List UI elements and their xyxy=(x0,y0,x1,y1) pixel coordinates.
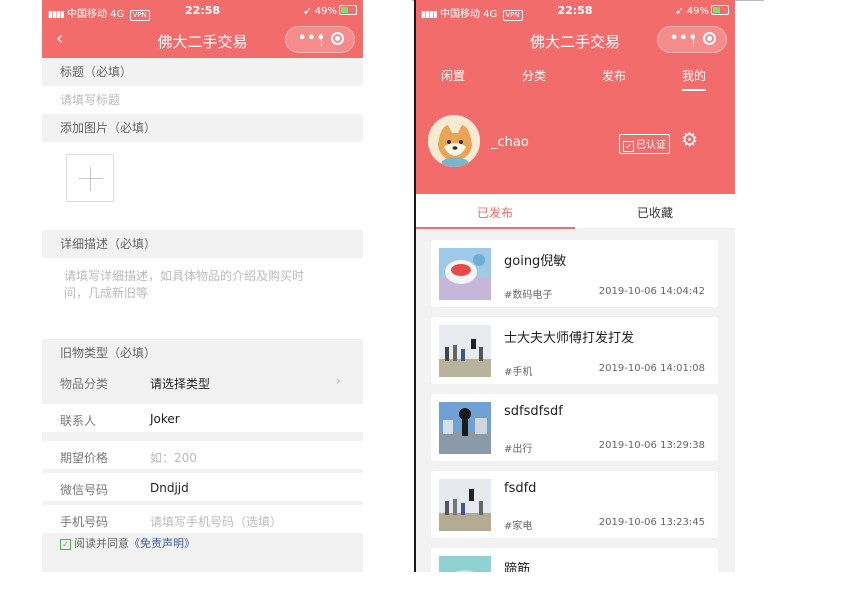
main-tabs: 闲置 分类 发布 我的 xyxy=(415,58,735,97)
item-tag: #数码电子 xyxy=(504,290,553,301)
item-title: fsdfd xyxy=(504,481,537,496)
publish-form-screen: ▮▮▮▮ 中国移动 4G VPN 22:58 ➹ 49% ‹ 佛大二手交易 ••… xyxy=(42,0,363,572)
avatar[interactable] xyxy=(428,115,480,167)
item-title: sdfsdfsdf xyxy=(504,404,563,419)
agreement-row: ✓ 阅读并同意《免责声明》 xyxy=(42,533,363,559)
item-title: 蹄筋 xyxy=(504,562,531,572)
chevron-right-icon: › xyxy=(335,374,341,389)
wechat-field[interactable]: 微信号码 Dndjjd xyxy=(42,473,363,501)
sub-tabs: 已发布 已收藏 xyxy=(415,194,735,229)
close-target-icon[interactable] xyxy=(331,32,344,45)
item-tag: #手机 xyxy=(504,367,533,378)
panel-divider xyxy=(414,0,416,572)
miniprogram-capsule: ••• xyxy=(285,26,355,53)
item-thumbnail xyxy=(439,556,491,572)
type-section-header: 旧物类型（必填） xyxy=(42,339,363,367)
tab-favorites[interactable]: 已收藏 xyxy=(575,204,735,221)
list-item[interactable]: 蹄筋 xyxy=(431,548,718,572)
verified-badge: ✓ 已认证 xyxy=(619,134,670,154)
disclaimer-link[interactable]: 《免责声明》 xyxy=(129,537,195,550)
item-list: going倪敏 #数码电子 2019-10-06 14:04:42 士大夫大师傅… xyxy=(415,229,735,572)
phone-field[interactable]: 手机号码 请填写手机号码（选填） xyxy=(42,505,363,533)
tab-idle[interactable]: 闲置 xyxy=(423,67,483,84)
tab-category[interactable]: 分类 xyxy=(504,67,564,84)
category-selector[interactable]: 物品分类 请选择类型 › xyxy=(42,367,363,395)
item-thumbnail xyxy=(439,402,491,454)
profile-screen: ▮▮▮▮ 中国移动 4G VPN 22:58 ➹ 49% 佛大二手交易 ••• … xyxy=(415,0,735,572)
status-bar: ▮▮▮▮ 中国移动 4G VPN 22:58 ➹ 49% xyxy=(42,0,363,22)
list-item[interactable]: going倪敏 #数码电子 2019-10-06 14:04:42 xyxy=(431,240,718,307)
battery-icon xyxy=(711,5,729,15)
close-target-icon[interactable] xyxy=(703,32,716,45)
battery-icon xyxy=(339,5,357,15)
add-image-button[interactable] xyxy=(66,154,114,202)
location-icon: ➹ xyxy=(303,6,312,17)
item-date: 2019-10-06 13:29:38 xyxy=(598,440,705,451)
item-date: 2019-10-06 14:04:42 xyxy=(598,286,705,297)
tab-publish[interactable]: 发布 xyxy=(584,67,644,84)
description-textarea[interactable]: 请填写详细描述，如具体物品的介绍及购买时间，几成新旧等 xyxy=(42,258,363,328)
item-tag: #出行 xyxy=(504,444,533,455)
title-section-header: 标题（必填） xyxy=(42,58,363,86)
tab-mine[interactable]: 我的 xyxy=(664,67,724,84)
item-date: 2019-10-06 14:01:08 xyxy=(598,363,705,374)
item-tag: #家电 xyxy=(504,521,533,532)
nav-bar: ‹ 佛大二手交易 ••• xyxy=(42,22,363,58)
miniprogram-capsule: ••• xyxy=(657,26,727,53)
list-item[interactable]: 士大夫大师傅打发打发 #手机 2019-10-06 14:01:08 xyxy=(431,317,718,384)
item-date: 2019-10-06 13:23:45 xyxy=(598,517,705,528)
item-title: 士大夫大师傅打发打发 xyxy=(504,331,635,346)
list-item[interactable]: fsdfd #家电 2019-10-06 13:23:45 xyxy=(431,471,718,538)
image-section-header: 添加图片（必填） xyxy=(42,114,363,142)
item-thumbnail xyxy=(439,479,491,531)
location-icon: ➹ xyxy=(675,6,684,17)
desc-section-header: 详细描述（必填） xyxy=(42,230,363,258)
gear-icon[interactable]: ⚙ xyxy=(681,131,698,150)
price-field[interactable]: 期望价格 如：200 xyxy=(42,441,363,469)
item-title: going倪敏 xyxy=(504,254,567,269)
profile-header: _chao ✓ 已认证 ⚙ xyxy=(415,97,735,194)
status-bar: ▮▮▮▮ 中国移动 4G VPN 22:58 ➹ 49% xyxy=(415,0,735,22)
shiba-avatar-icon xyxy=(428,115,480,167)
contact-field[interactable]: 联系人 Joker xyxy=(42,404,363,432)
item-thumbnail xyxy=(439,248,491,300)
check-icon: ✓ xyxy=(623,141,634,152)
list-item[interactable]: sdfsdfsdf #出行 2019-10-06 13:29:38 xyxy=(431,394,718,461)
active-tab-indicator xyxy=(682,89,706,91)
agree-checkbox[interactable]: ✓ xyxy=(60,539,71,550)
nav-bar: 佛大二手交易 ••• xyxy=(415,22,735,58)
tab-published[interactable]: 已发布 xyxy=(415,204,575,221)
item-thumbnail xyxy=(439,325,491,377)
username: _chao xyxy=(491,135,529,150)
title-input[interactable]: 请填写标题 xyxy=(42,86,363,114)
